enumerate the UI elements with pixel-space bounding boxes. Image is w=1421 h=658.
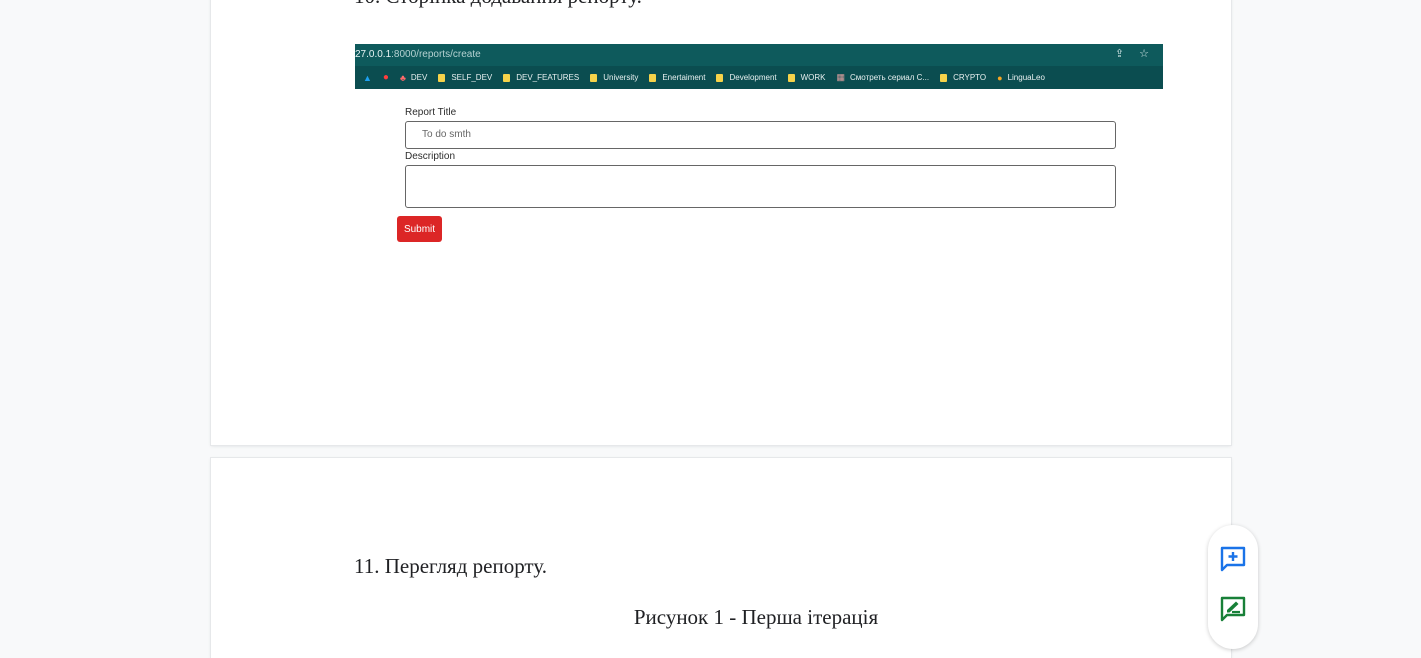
report-title-label: Report Title (405, 107, 457, 118)
site-icon: ▦ (836, 72, 846, 82)
browser-address-bar: 27.0.0.1:8000/reports/create ⇪ ☆ (355, 44, 1163, 66)
app-icon: ♣ (399, 72, 406, 83)
bookmark-item: Development (716, 73, 777, 82)
bookmark-item: ● LinguaLeo (997, 72, 1045, 83)
bookmark-item: WORK (787, 73, 826, 82)
bookmark-item: ♣ DEV (399, 72, 428, 83)
bookmark-item: CRYPTO (940, 73, 986, 82)
folder-icon (940, 73, 948, 82)
section-heading: 10. Сторінка додавання репорту. (354, 0, 642, 8)
folder-icon (590, 73, 598, 82)
lion-icon: ● (997, 72, 1003, 83)
embedded-screenshot: 27.0.0.1:8000/reports/create ⇪ ☆ ▲ ● ♣ DE… (355, 44, 1163, 249)
bookmark-item: University (590, 73, 638, 82)
folder-icon (649, 73, 657, 82)
section-heading: 11. Перегляд репорту. (354, 554, 547, 578)
youtube-icon: ● (382, 72, 389, 83)
share-icon: ⇪ (1114, 48, 1125, 60)
star-icon: ☆ (1139, 48, 1149, 60)
twitter-icon: ▲ (363, 72, 372, 83)
add-comment-icon[interactable] (1219, 545, 1247, 573)
bookmark-item: DEV_FEATURES (503, 73, 579, 82)
bookmark-item: ▦ Смотреть сериал С... (836, 72, 930, 82)
figure-caption: Рисунок 1 - Перша ітерація (633, 605, 879, 629)
folder-icon (787, 73, 795, 82)
suggest-edit-icon[interactable] (1219, 595, 1247, 623)
document-page: 10. Сторінка додавання репорту. 27.0.0.1… (211, 0, 1231, 445)
comment-side-panel (1208, 525, 1258, 649)
folder-icon (438, 73, 446, 82)
description-label: Description (405, 151, 456, 162)
report-title-input: To do smth (405, 121, 1116, 149)
description-textarea (405, 165, 1116, 208)
url-text: 27.0.0.1:8000/reports/create (355, 49, 481, 60)
bookmark-item: Enertaiment (649, 73, 705, 82)
bookmarks-bar: ▲ ● ♣ DEV SELF_DEV DEV_FEATURES Universit… (355, 66, 1163, 89)
document-page: 11. Перегляд репорту. Рисунок 1 - Перша … (211, 458, 1231, 658)
folder-icon (716, 73, 724, 82)
folder-icon (503, 73, 511, 82)
bookmark-item: SELF_DEV (438, 73, 492, 82)
submit-button: Submit (397, 216, 442, 242)
